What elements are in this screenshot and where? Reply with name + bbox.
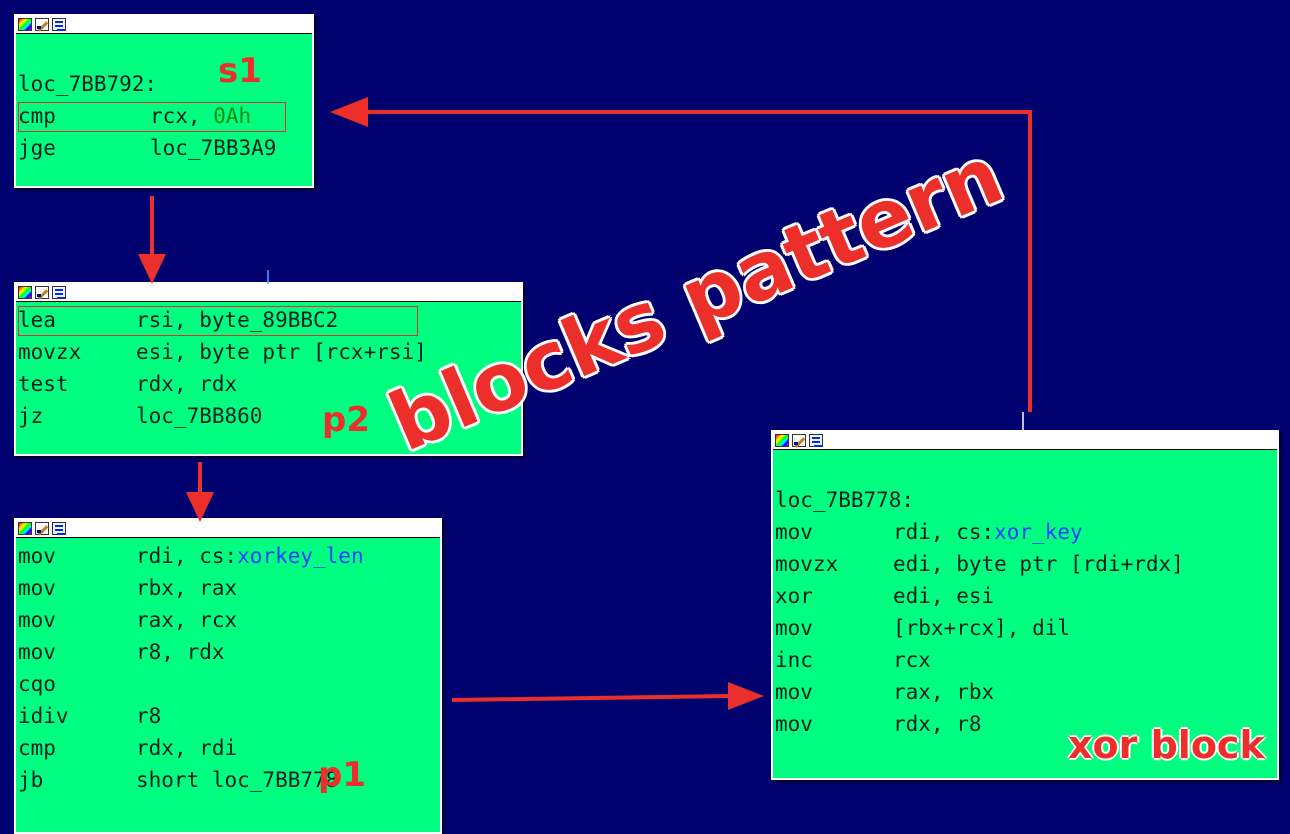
edit-pencil-icon[interactable]: [35, 286, 49, 299]
operand: loc_7BB3A9: [150, 136, 277, 160]
edit-pencil-icon[interactable]: [792, 434, 806, 447]
symbol-reference[interactable]: xor_key: [994, 520, 1083, 544]
asm-line[interactable]: jge loc_7BB3A9: [18, 132, 312, 164]
graph-view-icon[interactable]: [52, 18, 66, 31]
block-titlebar[interactable]: [16, 520, 440, 538]
edit-pencil-icon[interactable]: [35, 18, 49, 31]
asm-listing: mov rdi, cs:xorkey_len mov rbx, rax mov rax, …: [16, 538, 440, 796]
asm-line[interactable]: mov rbx, rax: [18, 572, 440, 604]
asm-line[interactable]: movzx edi, byte ptr [rdi+rdx]: [775, 548, 1277, 580]
operand: edi, byte ptr [rdi+rdx]: [893, 552, 1184, 576]
mnemonic: inc: [775, 648, 813, 672]
asm-listing: loc_7BB778:mov rdi, cs:xor_keymovzx edi, b…: [773, 450, 1277, 740]
asm-line[interactable]: loc_7BB778:: [775, 484, 1277, 516]
asm-listing: loc_7BB792: cmp rcx, 0Ah jge loc_7BB3A9: [16, 34, 312, 164]
mnemonic: jb: [18, 768, 44, 792]
arrow-p1-to-xor: [451, 682, 764, 710]
mnemonic: idiv: [18, 704, 69, 728]
operand: edi, esi: [893, 584, 995, 608]
operand: rcx: [893, 648, 931, 672]
block-titlebar[interactable]: [16, 284, 521, 302]
asm-line[interactable]: [775, 452, 1277, 484]
asm-line[interactable]: inc rcx: [775, 644, 1277, 676]
mnemonic: test: [18, 372, 69, 396]
color-palette-icon[interactable]: [775, 434, 789, 447]
asm-line[interactable]: xor edi, esi: [775, 580, 1277, 612]
mnemonic: cqo: [18, 672, 56, 696]
mnemonic: movzx: [775, 552, 839, 576]
symbol-reference[interactable]: xorkey_len: [237, 544, 363, 568]
highlight-box: [18, 306, 418, 336]
color-palette-icon[interactable]: [18, 18, 32, 31]
operand: short loc_7BB778: [136, 768, 339, 792]
operand: rdi, cs:: [893, 520, 995, 544]
operand: rdx, rdx: [136, 372, 238, 396]
operand: rdx, rdi: [136, 736, 238, 760]
asm-line[interactable]: mov [rbx+rcx], dil: [775, 612, 1277, 644]
mnemonic: loc_7BB778:: [775, 488, 915, 512]
highlight-box: [18, 102, 286, 132]
block-titlebar[interactable]: [16, 16, 312, 34]
annotation-s1: s1: [218, 51, 262, 91]
graph-view-icon[interactable]: [809, 434, 823, 447]
operand: [rbx+rcx], dil: [893, 616, 1071, 640]
color-palette-icon[interactable]: [18, 286, 32, 299]
asm-line[interactable]: cmp rcx, 0Ah: [18, 100, 312, 132]
mnemonic: mov: [775, 520, 813, 544]
operand: rbx, rax: [136, 576, 238, 600]
mnemonic: movzx: [18, 340, 82, 364]
asm-line[interactable]: mov rdi, cs:xor_key: [775, 516, 1277, 548]
asm-line[interactable]: lea rsi, byte_89BBC2: [18, 304, 521, 336]
operand: esi, byte ptr [rcx+rsi]: [136, 340, 427, 364]
mnemonic: mov: [775, 680, 813, 704]
mnemonic: mov: [775, 712, 813, 736]
arrow-s1-to-p2: [138, 196, 166, 284]
mnemonic: mov: [18, 608, 56, 632]
mnemonic: mov: [18, 544, 56, 568]
operand: r8, rdx: [136, 640, 225, 664]
mnemonic: mov: [18, 576, 56, 600]
asm-line[interactable]: idiv r8: [18, 700, 440, 732]
asm-line[interactable]: mov r8, rdx: [18, 636, 440, 668]
annotation-p1: p1: [318, 755, 366, 795]
mnemonic: mov: [18, 640, 56, 664]
mnemonic: mov: [775, 616, 813, 640]
asm-line[interactable]: loc_7BB792:: [18, 68, 312, 100]
block-titlebar[interactable]: [773, 432, 1277, 450]
color-palette-icon[interactable]: [18, 522, 32, 535]
code-block-s1[interactable]: loc_7BB792: cmp rcx, 0Ah jge loc_7BB3A9: [14, 14, 314, 188]
mnemonic: cmp: [18, 736, 56, 760]
operand: loc_7BB860: [136, 404, 263, 428]
asm-line[interactable]: mov rax, rbx: [775, 676, 1277, 708]
annotation-p2: p2: [322, 400, 370, 440]
edit-pencil-icon[interactable]: [35, 522, 49, 535]
asm-line[interactable]: jb short loc_7BB778: [18, 764, 440, 796]
asm-line[interactable]: [18, 36, 312, 68]
annotation-xor-block: xor block: [1068, 723, 1265, 767]
mnemonic: loc_7BB792:: [18, 72, 158, 96]
operand: rdi, cs:: [136, 544, 238, 568]
asm-line[interactable]: mov rdi, cs:xorkey_len: [18, 540, 440, 572]
code-block-p1[interactable]: mov rdi, cs:xorkey_len mov rbx, rax mov rax, …: [14, 518, 442, 834]
operand: r8: [136, 704, 162, 728]
operand: rdx, r8: [893, 712, 982, 736]
graph-view-icon[interactable]: [52, 522, 66, 535]
mnemonic: jge: [18, 136, 56, 160]
mnemonic: xor: [775, 584, 813, 608]
asm-line[interactable]: cqo: [18, 668, 440, 700]
operand: rax, rcx: [136, 608, 238, 632]
arrow-p2-to-p1: [186, 462, 214, 522]
operand: rax, rbx: [893, 680, 995, 704]
graph-view-icon[interactable]: [52, 286, 66, 299]
asm-line[interactable]: cmp rdx, rdi: [18, 732, 440, 764]
mnemonic: jz: [18, 404, 44, 428]
asm-line[interactable]: mov rax, rcx: [18, 604, 440, 636]
